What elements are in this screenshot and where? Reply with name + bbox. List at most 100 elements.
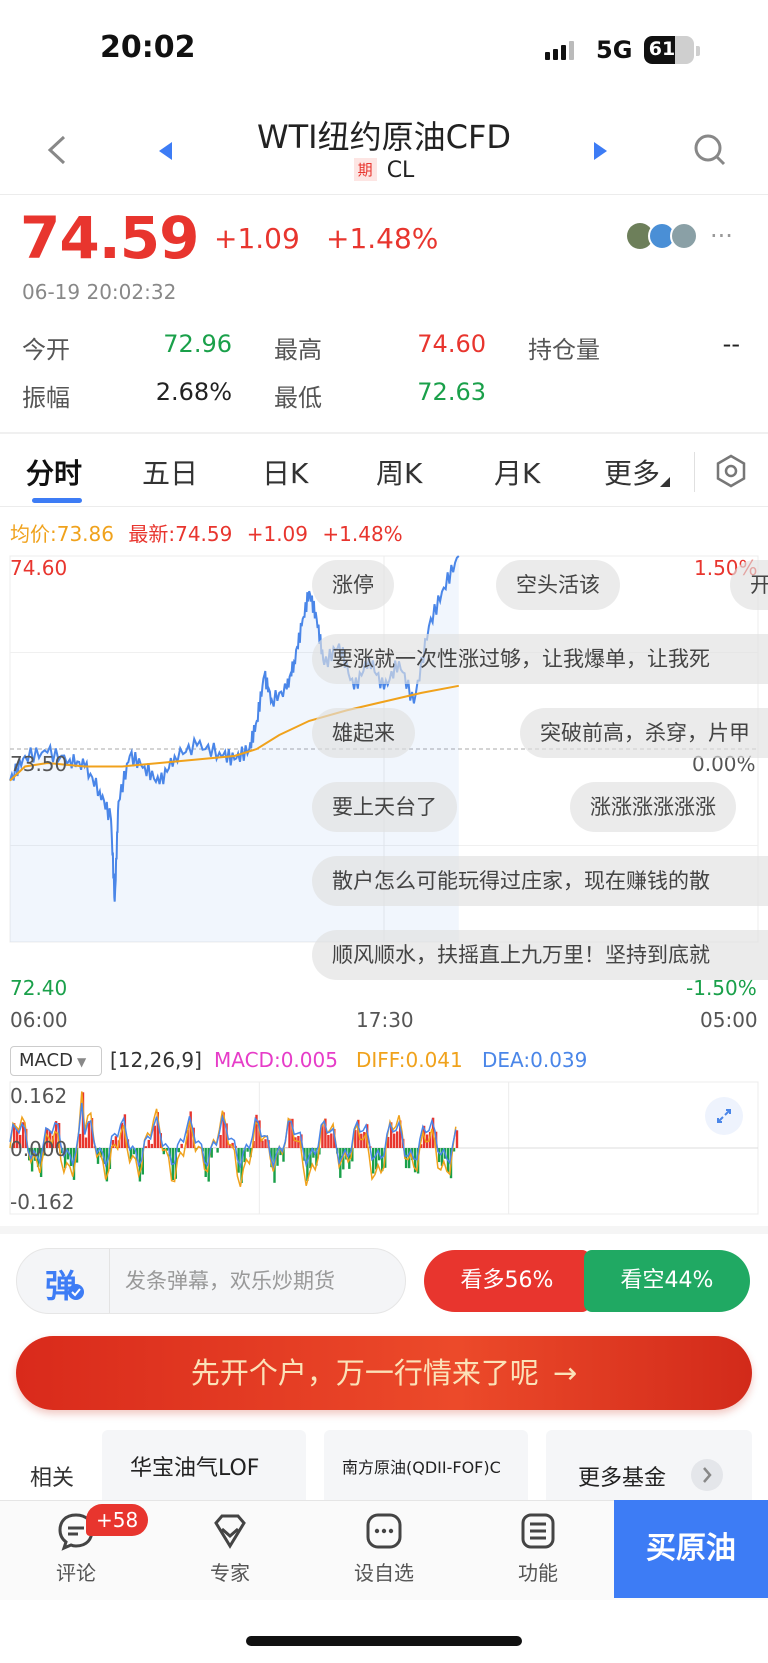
danmu-bubble[interactable]: 顺风顺水，扶摇直上九万里！坚持到底就: [312, 930, 768, 980]
nav-watchlist[interactable]: 设自选: [334, 1511, 434, 1586]
futures-tag: 期: [353, 158, 377, 181]
quote-timestamp: 06-19 20:02:32: [22, 280, 177, 304]
add-watchlist-icon: [366, 1513, 402, 1549]
x-label-start: 06:00: [10, 1008, 68, 1032]
macd-bar: [153, 1125, 156, 1148]
comment-count-badge: +58: [86, 1504, 149, 1536]
macd-chart[interactable]: [0, 1080, 768, 1220]
nav-comments-label: 评论: [56, 1561, 96, 1585]
macd-bar: [396, 1131, 399, 1148]
y-label-low: 72.40: [10, 976, 68, 1000]
nav-expert[interactable]: 专家: [180, 1511, 280, 1586]
next-arrow-icon[interactable]: [590, 140, 610, 162]
tab-separator: [694, 452, 695, 492]
danmu-bubble[interactable]: 涨涨涨涨涨涨: [570, 782, 736, 832]
danmu-bubble[interactable]: 空头活该: [496, 560, 620, 610]
page-title: WTI纽约原油CFD: [256, 118, 512, 156]
stat-label-open: 今开: [22, 336, 70, 364]
y-label-high: 74.60: [10, 556, 68, 580]
diff-value: DIFF:0.041: [356, 1048, 463, 1072]
battery-level: 61: [648, 38, 676, 60]
stat-label-amplitude: 振幅: [22, 384, 70, 412]
dropdown-arrow-icon: ▼: [76, 1055, 87, 1069]
y-label-mid: 73.50: [10, 752, 68, 776]
stat-label-oi: 持仓量: [528, 336, 600, 364]
chevron-right-icon: [691, 1459, 723, 1491]
macd-bar: [216, 1148, 219, 1153]
macd-bar: [327, 1135, 330, 1148]
danmu-box[interactable]: 弹: [16, 1248, 406, 1314]
functions-icon: [521, 1513, 555, 1549]
indicator-select-label: MACD: [19, 1050, 73, 1071]
triangle-down-icon: [660, 477, 671, 487]
battery-icon: 61: [644, 36, 694, 64]
danmu-bubble[interactable]: 涨停: [312, 560, 394, 610]
tab-more-label: 更多: [604, 457, 661, 490]
related-funds-label: 相关基金: [30, 1466, 75, 1491]
legend-change: +1.09: [246, 522, 309, 546]
macd-bar: [180, 1143, 183, 1148]
stat-label-high: 最高: [274, 336, 322, 364]
legend-latest: 最新:74.59: [128, 522, 233, 546]
symbol-subtitle: 期 CL: [0, 158, 768, 183]
danmu-box-divider: [109, 1249, 110, 1313]
macd-y-bot: -0.162: [10, 1190, 75, 1214]
danmu-bubble[interactable]: 突破前高，杀穿，片甲: [520, 708, 768, 758]
macd-y-mid: 0.000: [10, 1137, 68, 1161]
tab-daily-k[interactable]: 日K: [262, 452, 308, 492]
danmu-bubble[interactable]: 雄起来: [312, 708, 415, 758]
tab-more[interactable]: 更多: [604, 452, 671, 492]
macd-bar: [219, 1135, 222, 1148]
tab-five-day[interactable]: 五日: [142, 452, 198, 492]
stat-label-low: 最低: [274, 384, 322, 412]
open-account-banner[interactable]: 先开个户，万一行情来了呢 →: [16, 1336, 752, 1410]
diamond-icon: [214, 1514, 246, 1549]
danmu-bubble[interactable]: 散户怎么可能玩得过庄家，现在赚钱的散: [312, 856, 768, 906]
price-change-pct: +1.48%: [326, 222, 439, 255]
check-badge-icon: [68, 1284, 84, 1300]
search-icon[interactable]: [692, 132, 728, 168]
x-label-end: 05:00: [700, 1008, 758, 1032]
last-price: 74.59: [20, 204, 199, 272]
nav-functions[interactable]: 功能: [488, 1511, 588, 1586]
macd-bar: [84, 1137, 88, 1148]
section-divider: [0, 1226, 768, 1234]
macd-bar: [87, 1121, 91, 1148]
more-icon[interactable]: ···: [710, 222, 733, 250]
macd-bar: [264, 1139, 267, 1148]
stat-value-amplitude: 2.68%: [155, 378, 232, 406]
fund-name: 华宝油气LOF: [130, 1456, 260, 1481]
settings-icon[interactable]: [714, 454, 748, 488]
chart-legend: 均价:73.86 最新:74.59 +1.09 +1.48%: [10, 518, 403, 547]
danmu-bubble[interactable]: 要涨就一次性涨过够，让我爆单，让我死: [312, 634, 768, 684]
tab-monthly-k[interactable]: 月K: [494, 452, 540, 492]
macd-value: MACD:0.005: [214, 1048, 338, 1072]
macd-bar: [455, 1130, 459, 1148]
dea-value: DEA:0.039: [482, 1048, 588, 1072]
avatar-group[interactable]: [626, 222, 702, 254]
macd-y-top: 0.162: [10, 1084, 68, 1108]
nav-expert-label: 专家: [210, 1561, 250, 1585]
macd-bar: [150, 1143, 153, 1148]
bear-button[interactable]: 看空44%: [584, 1250, 750, 1312]
legend-change-pct: +1.48%: [322, 522, 403, 546]
macd-bar: [144, 1146, 147, 1148]
tab-intraday[interactable]: 分时: [26, 452, 82, 492]
stat-value-low: 72.63: [417, 378, 486, 406]
tab-weekly-k[interactable]: 周K: [376, 452, 422, 492]
stat-value-open: 72.96: [163, 330, 232, 358]
price-change: +1.09: [214, 222, 300, 255]
danmu-bubble[interactable]: 要上天台了: [312, 782, 457, 832]
network-type: 5G: [596, 36, 633, 64]
macd-bar: [360, 1133, 363, 1148]
macd-bar: [177, 1148, 180, 1153]
macd-bar: [393, 1133, 396, 1148]
expand-icon[interactable]: [704, 1096, 744, 1136]
danmu-input[interactable]: [125, 1249, 395, 1313]
buy-button[interactable]: 买原油: [614, 1500, 768, 1598]
nav-functions-label: 功能: [518, 1561, 558, 1585]
indicator-select[interactable]: MACD ▼: [10, 1046, 102, 1076]
tabs-divider: [0, 506, 768, 507]
bull-button[interactable]: 看多56%: [424, 1250, 590, 1312]
stat-value-oi: --: [722, 330, 740, 358]
